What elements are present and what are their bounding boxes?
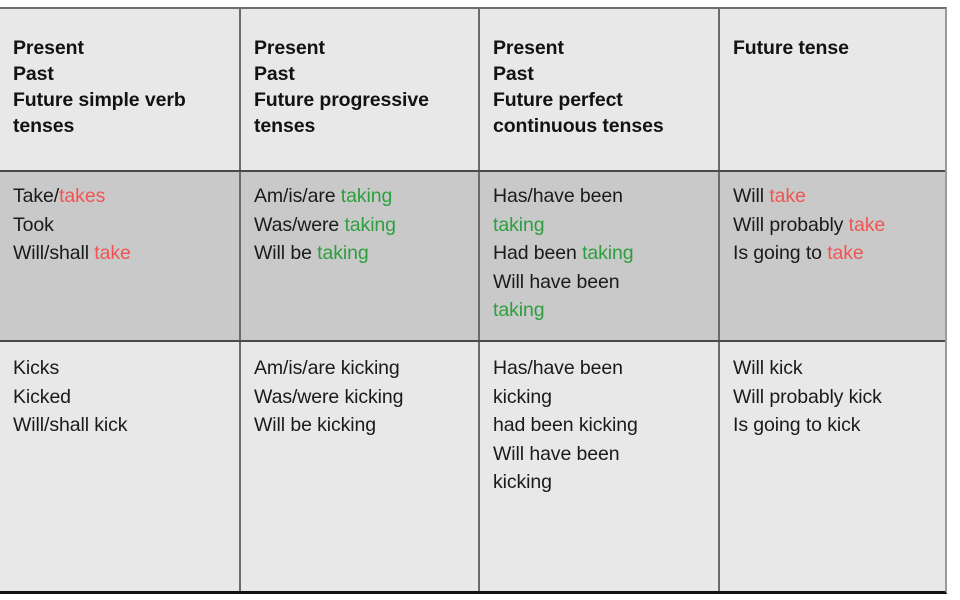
header-line: Present — [254, 37, 325, 59]
verb-highlight-green: taking — [344, 213, 396, 236]
verb-highlight-red: take — [848, 213, 886, 236]
header-line: Past — [493, 63, 534, 85]
verb-form-line: Will be taking — [254, 239, 466, 268]
verb-form-line: Has/have been — [493, 182, 706, 211]
verb-form-line: taking — [493, 211, 706, 240]
verb-text: Will/shall kick — [13, 414, 128, 436]
verb-text: had been kicking — [493, 414, 638, 436]
cell-take-future: Will take Will probably take Is going to t… — [718, 172, 945, 340]
cell-take-perfect-continuous: Has/have been taking Had been taking Will h… — [478, 172, 718, 340]
verb-text: Will have been — [493, 270, 620, 293]
header-line: Future tense — [733, 37, 849, 59]
cell-kick-progressive: Am/is/are kicking Was/were kicking Will be… — [239, 342, 478, 591]
verb-highlight-green: taking — [493, 299, 545, 321]
header-line: Future simple verb tenses — [13, 89, 186, 137]
verb-text: Has/have been — [493, 185, 623, 207]
header-line: Future perfect continuous tenses — [493, 89, 664, 137]
verb-text: Will — [733, 185, 770, 207]
verb-form-line: taking — [493, 296, 706, 325]
verb-text: kicking — [493, 471, 552, 493]
verb-form-line: Is going to take — [733, 239, 933, 268]
verb-text: Will be — [254, 242, 318, 264]
header-line: Past — [13, 63, 54, 85]
verb-form-line: Will/shall take — [13, 239, 227, 268]
verb-text: Will/shall — [13, 242, 95, 264]
table-row-kick: Kicks Kicked Will/shall kick Am/is/are kic… — [0, 342, 945, 591]
verb-form-line: kicking — [493, 468, 706, 497]
verb-highlight-green: taking — [493, 213, 545, 236]
verb-highlight-green: taking — [317, 242, 369, 264]
header-line: Present — [493, 37, 564, 59]
cell-kick-simple: Kicks Kicked Will/shall kick — [0, 342, 239, 591]
verb-form-line: Was/were taking — [254, 211, 466, 240]
header-cell-simple: Present Past Future simple verb tenses — [0, 9, 239, 170]
verb-form-line: Is going to kick — [733, 411, 933, 440]
verb-form-line: Kicked — [13, 383, 227, 412]
header-line: Future progressive tenses — [254, 89, 429, 137]
verb-tense-table: Present Past Future simple verb tenses Pre… — [0, 7, 947, 594]
cell-take-simple: Take/takes Took Will/shall take — [0, 172, 239, 340]
verb-form-line: Am/is/are kicking — [254, 354, 466, 383]
verb-form-line: Took — [13, 211, 227, 240]
verb-form-line: Will have been — [493, 268, 706, 297]
table-row-take: Take/takes Took Will/shall take Am/is/are … — [0, 172, 945, 342]
verb-highlight-red: takes — [59, 185, 106, 207]
verb-form-line: Will probably take — [733, 211, 933, 240]
verb-text: Will kick — [733, 357, 803, 379]
verb-form-line: Will kick — [733, 354, 933, 383]
verb-form-line: Had been taking — [493, 239, 706, 268]
table-header-row: Present Past Future simple verb tenses Pre… — [0, 9, 945, 172]
verb-text: Kicks — [13, 357, 60, 379]
verb-highlight-green: taking — [340, 185, 393, 207]
verb-text: Had been — [493, 242, 583, 264]
verb-text: Will be kicking — [254, 414, 377, 436]
cell-kick-perfect-continuous: Has/have been kicking had been kicking Will… — [478, 342, 718, 591]
verb-highlight-red: take — [769, 185, 806, 207]
header-cell-future: Future tense — [718, 9, 945, 170]
verb-text: Has/have been — [493, 357, 623, 379]
header-cell-progressive: Present Past Future progressive tenses — [239, 9, 478, 170]
verb-text: kicking — [493, 385, 552, 408]
verb-text: Was/were kicking — [254, 385, 404, 408]
verb-form-line: Will/shall kick — [13, 411, 227, 440]
verb-text: Take/ — [13, 185, 60, 207]
verb-form-line: kicking — [493, 383, 706, 412]
verb-form-line: Kicks — [13, 354, 227, 383]
verb-form-line: had been kicking — [493, 411, 706, 440]
verb-text: Is going to kick — [733, 414, 861, 436]
verb-text: Am/is/are kicking — [254, 357, 400, 379]
verb-form-line: Has/have been — [493, 354, 706, 383]
verb-form-line: Will take — [733, 182, 933, 211]
verb-text: Kicked — [13, 385, 71, 408]
verb-form-line: Will probably kick — [733, 383, 933, 412]
verb-highlight-red: take — [94, 242, 131, 264]
verb-text: Took — [13, 213, 54, 236]
verb-text: Will probably — [733, 213, 849, 236]
verb-text: Am/is/are — [254, 185, 341, 207]
cell-kick-future: Will kick Will probably kick Is going to k… — [718, 342, 945, 591]
verb-text: Was/were — [254, 213, 345, 236]
verb-form-line: Take/takes — [13, 182, 227, 211]
verb-text: Will have been — [493, 442, 620, 465]
verb-text: Is going to — [733, 242, 828, 264]
verb-highlight-red: take — [827, 242, 864, 264]
verb-form-line: Was/were kicking — [254, 383, 466, 412]
header-line: Past — [254, 63, 295, 85]
verb-form-line: Will be kicking — [254, 411, 466, 440]
verb-text: Will probably kick — [733, 385, 882, 408]
verb-form-line: Am/is/are taking — [254, 182, 466, 211]
verb-highlight-green: taking — [582, 242, 634, 264]
verb-form-line: Will have been — [493, 440, 706, 469]
header-line: Present — [13, 37, 84, 59]
cell-take-progressive: Am/is/are taking Was/were taking Will be t… — [239, 172, 478, 340]
header-cell-perfect-continuous: Present Past Future perfect continuous ten… — [478, 9, 718, 170]
